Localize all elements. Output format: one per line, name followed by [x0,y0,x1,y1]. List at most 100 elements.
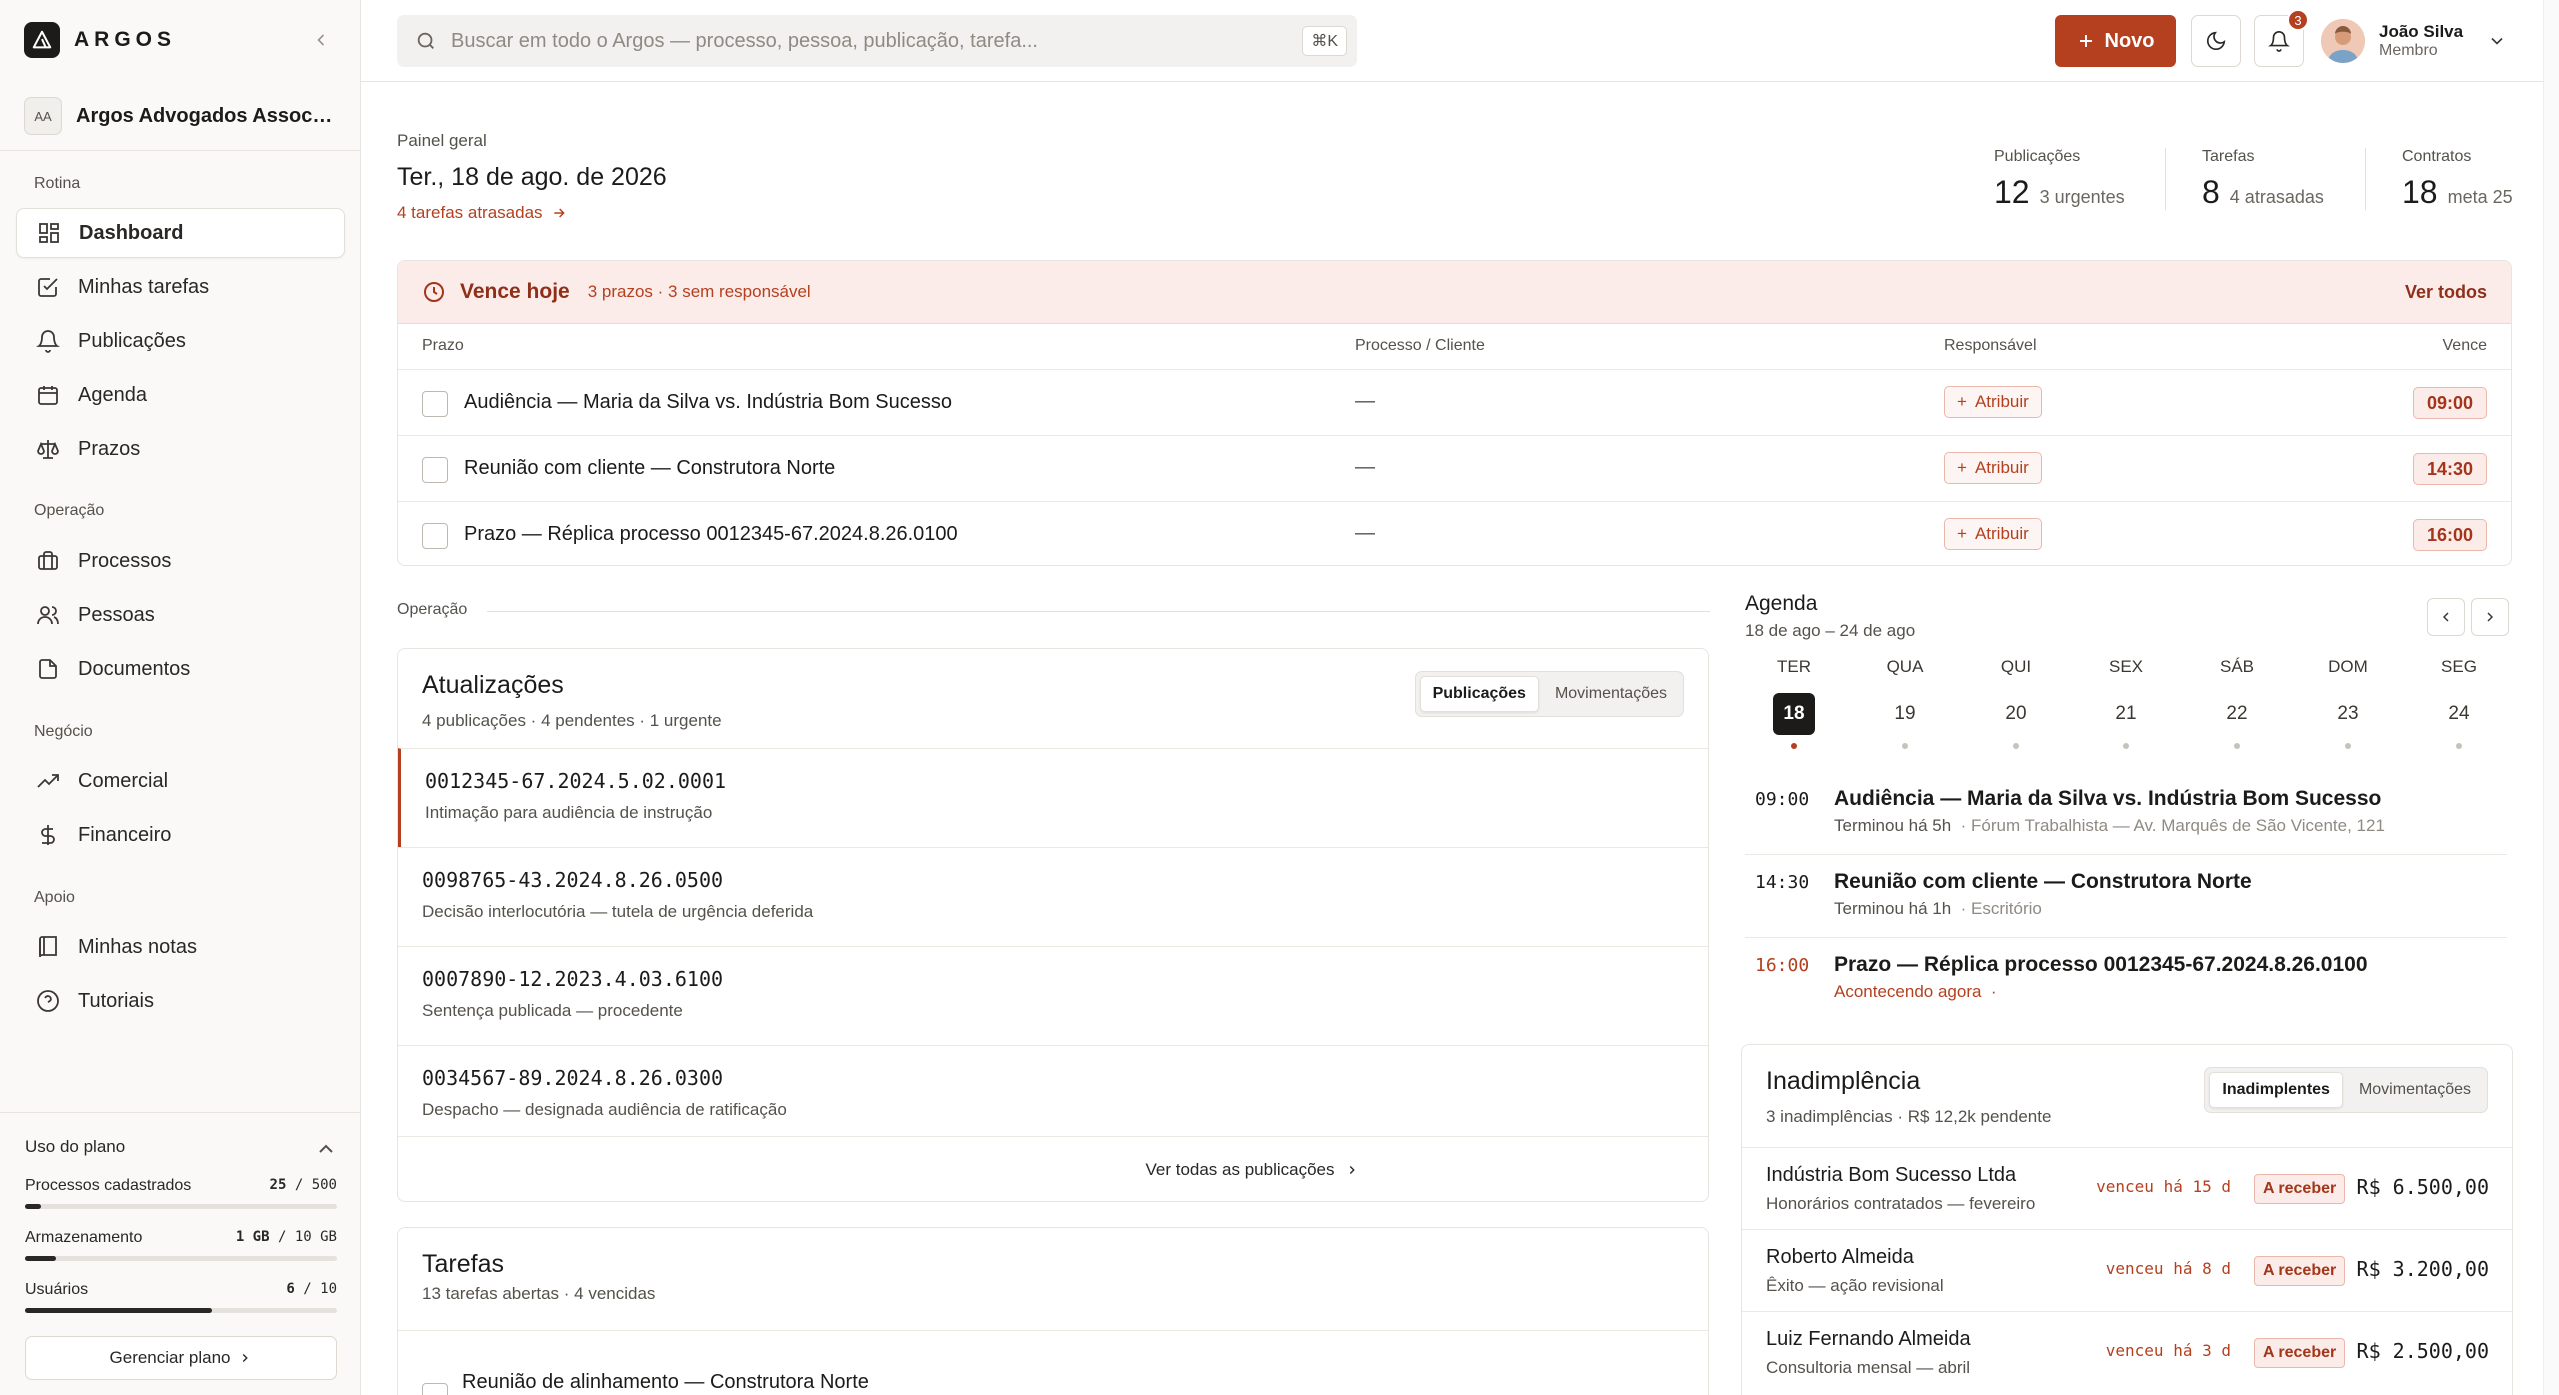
tab-movimentacoes[interactable]: Movimentações [1543,676,1679,712]
agenda-next-button[interactable] [2471,598,2509,636]
sidebar-item-financeiro[interactable]: Financeiro [16,810,345,860]
agenda-day[interactable]: SEX 21 [2096,657,2156,749]
arrow-right-icon [553,208,565,218]
kpi-contratos[interactable]: Contratos 18 meta 25 [2402,148,2513,211]
sidebar-item-label: Publicações [78,329,186,352]
bell-icon [2268,31,2290,52]
sidebar-item-minhas-tarefas[interactable]: Minhas tarefas [16,262,345,312]
plan-metric-armazenamento: Armazenamento 1 GB / 10 GB [25,1229,337,1261]
sidebar-item-comercial[interactable]: Comercial [16,756,345,806]
sidebar-item-publicacoes[interactable]: Publicações [16,316,345,366]
debt-value: R$ 2.500,00 [2356,1339,2489,1363]
agenda-day[interactable]: SEG 24 [2429,657,2489,749]
org-avatar: AA [24,97,62,135]
assign-button[interactable]: + Atribuir [1944,518,2042,550]
tab-publicacoes[interactable]: Publicações [1419,676,1539,712]
deadline-process: — [1355,522,1375,544]
table-row[interactable]: Prazo — Réplica processo 0012345-67.2024… [398,502,2511,565]
table-row[interactable]: Indústria Bom Sucesso Ltda Honorários co… [1742,1147,2512,1229]
event-dot [2345,743,2351,749]
agenda-day[interactable]: SÁB 22 [2207,657,2267,749]
kpi-label: Publicações [1994,148,2081,165]
table-row[interactable]: Roberto Almeida Êxito — ação revisional … [1742,1229,2512,1311]
sidebar-item-documentos[interactable]: Documentos [16,644,345,694]
chevron-down-icon [2491,37,2503,45]
late-tasks-link[interactable]: 4 tarefas atrasadas [397,203,567,223]
sidebar-item-agenda[interactable]: Agenda [16,370,345,420]
plan-metric-label: Armazenamento [25,1229,143,1246]
row-checkbox[interactable] [422,457,448,483]
search-shortcut: ⌘K [1302,26,1347,56]
manage-plan-button[interactable]: Gerenciar plano [25,1336,337,1380]
tab-inadimplentes[interactable]: Inadimplentes [2209,1072,2343,1108]
list-item[interactable]: 0098765-43.2024.8.26.0500 Decisão interl… [398,847,1708,946]
row-checkbox[interactable] [422,391,448,417]
plan-metric-used: 1 GB [235,1229,270,1245]
agenda-event[interactable]: 14:30 Reunião com cliente — Construtora … [1745,856,2507,938]
event-dot [1902,743,1908,749]
sidebar-item-pessoas[interactable]: Pessoas [16,590,345,640]
search-input[interactable] [451,29,1271,53]
agenda-event[interactable]: 16:00 Prazo — Réplica processo 0012345-6… [1745,939,2507,1021]
deadline-process: — [1355,456,1375,478]
agenda-event[interactable]: 09:00 Audiência — Maria da Silva vs. Ind… [1745,773,2507,855]
sidebar-item-label: Documentos [78,657,191,680]
list-item[interactable]: 0034567-89.2024.8.26.0300 Despacho — des… [398,1045,1708,1144]
list-item[interactable]: 0007890-12.2023.4.03.6100 Sentença publi… [398,946,1708,1045]
sidebar-item-prazos[interactable]: Prazos [16,424,345,474]
plus-icon: + [1957,392,1967,411]
plan-metric-total: 10 [320,1281,337,1297]
task-checkbox[interactable] [422,1383,448,1395]
list-item[interactable]: 0012345-67.2024.5.02.0001 Intimação para… [398,748,1708,847]
see-all-publications-link[interactable]: Ver todas as publicações [398,1136,1708,1201]
user-menu[interactable]: João Silva Membro [2321,18,2507,64]
sidebar-item-minhas-notas[interactable]: Minhas notas [16,922,345,972]
kpi-publicacoes[interactable]: Publicações 12 3 urgentes [1994,148,2125,211]
sidebar-item-dashboard[interactable]: Dashboard [16,208,345,258]
sidebar-item-processos[interactable]: Processos [16,536,345,586]
dollar-icon [41,825,55,845]
tab-movimentacoes[interactable]: Movimentações [2347,1072,2483,1108]
sidebar-item-tutoriais[interactable]: Tutoriais [16,976,345,1026]
new-button[interactable]: Novo [2055,15,2176,67]
table-row[interactable]: Luiz Fernando Almeida Consultoria mensal… [1742,1311,2512,1393]
org-switcher[interactable]: AA Argos Advogados Associados [24,96,344,136]
table-row[interactable]: Audiência — Maria da Silva vs. Indústria… [398,370,2511,436]
plan-metric-label: Usuários [25,1281,89,1298]
global-search[interactable]: ⌘K [397,15,1357,67]
assign-label: Atribuir [1974,524,2029,543]
late-tasks-label: 4 tarefas atrasadas [397,203,543,222]
table-row[interactable]: Reunião de alinhamento — Construtora Nor… [398,1330,1708,1395]
theme-toggle-button[interactable] [2191,15,2241,67]
calendar-icon [38,386,58,405]
agenda-day[interactable]: DOM 23 [2318,657,2378,749]
agenda-day[interactable]: QUA 19 [1875,657,1935,749]
row-checkbox[interactable] [422,523,448,549]
kpi-value: 18 [2402,174,2438,210]
plan-metric-used: 25 [269,1177,287,1193]
agenda-day[interactable]: TER 18 [1764,657,1824,749]
day-name: QUA [1886,657,1924,676]
plan-title: Uso do plano [25,1137,126,1156]
notebook-icon [39,936,57,958]
chevron-up-icon[interactable] [314,1137,338,1161]
see-all-link[interactable]: Ver todos [2405,282,2487,303]
assign-button[interactable]: + Atribuir [1944,452,2042,484]
collapse-sidebar-button[interactable] [305,24,337,56]
scrollbar[interactable] [2543,0,2559,1395]
event-time: 16:00 [1755,955,1810,976]
agenda-prev-button[interactable] [2427,598,2465,636]
kpi-tarefas[interactable]: Tarefas 8 4 atrasadas [2202,148,2324,211]
table-row[interactable]: Reunião com cliente — Construtora Norte … [398,436,2511,502]
clock-icon [424,282,444,302]
assign-button[interactable]: + Atribuir [1944,386,2042,418]
agenda-day[interactable]: QUI 20 [1986,657,2046,749]
plan-metric-sep: / [277,1229,287,1245]
file-icon [39,659,57,679]
deadline-title: Prazo — Réplica processo 0012345-67.2024… [464,523,958,545]
divider [487,611,1710,612]
nav-section-apoio: Apoio [34,889,75,906]
agenda-title: Agenda [1745,592,1818,615]
notifications-button[interactable]: 3 [2254,9,2309,67]
topbar: ⌘K Novo 3 João Silva Membro [361,0,2559,82]
